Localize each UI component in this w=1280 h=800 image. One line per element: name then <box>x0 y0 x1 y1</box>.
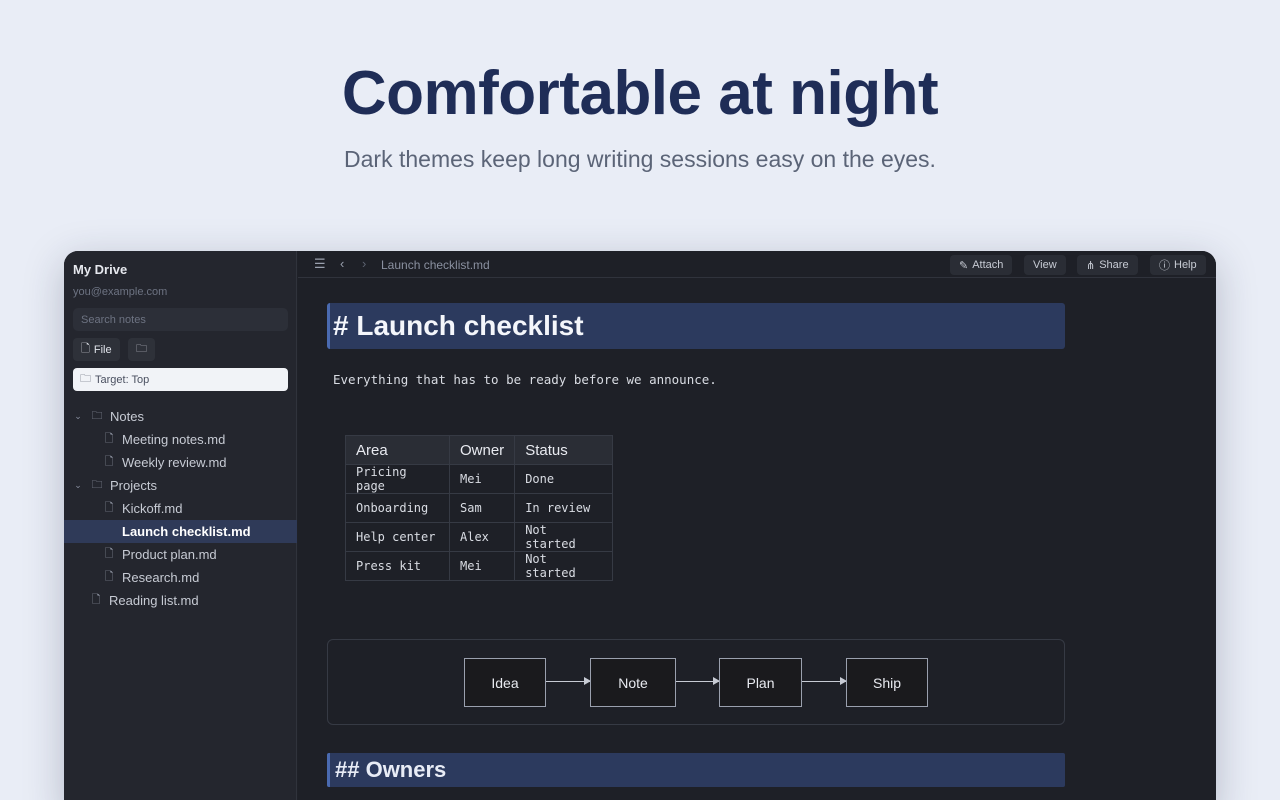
table-cell[interactable]: Sam <box>448 493 516 523</box>
tree-label: Meeting notes.md <box>122 432 226 447</box>
file-icon: 🗋 <box>104 456 114 468</box>
checklist-table: Area Owner Status Pricing page Mei Done … <box>345 435 614 581</box>
new-file-button[interactable]: 🗋 File <box>73 338 120 361</box>
attach-button[interactable]: ✎ Attach <box>950 255 1013 275</box>
table-cell[interactable]: In review <box>514 493 614 523</box>
share-label: Share <box>1099 259 1129 271</box>
table-cell[interactable]: Onboarding <box>345 493 450 523</box>
table-row: Help center Alex Not started <box>345 522 614 552</box>
paragraph[interactable]: Everything that has to be ready before w… <box>333 372 717 387</box>
table-cell[interactable]: Press kit <box>345 551 450 581</box>
flow-arrow <box>802 677 847 685</box>
heading-2[interactable]: ## Owners <box>327 753 1065 787</box>
file-icon: 🗋 <box>91 594 101 606</box>
table-header: Owner <box>448 435 516 465</box>
tree-label: Kickoff.md <box>122 501 183 516</box>
folder-icon: 🗀 <box>80 373 91 385</box>
sidebar: My Drive you@example.com 🗋 File 🗀 🗀 Targ… <box>64 251 297 800</box>
tree-item-product-plan[interactable]: 🗋 Product plan.md <box>64 543 297 566</box>
table-cell[interactable]: Pricing page <box>345 464 450 494</box>
flow-node: Plan <box>719 658 802 707</box>
table-row: Press kit Mei Not started <box>345 551 614 581</box>
table-cell[interactable]: Done <box>514 464 614 494</box>
table-cell[interactable]: Mei <box>448 551 516 581</box>
table-header: Area <box>345 435 450 465</box>
table-cell[interactable]: Help center <box>345 522 450 552</box>
chevron-down-icon: ⌄ <box>74 480 82 490</box>
drive-title: My Drive <box>73 262 128 277</box>
file-icon: 🗋 <box>104 548 114 560</box>
toolbar: ☰ ‹ › Launch checklist.md ✎ Attach View … <box>298 251 1216 278</box>
tree-folder-projects[interactable]: ⌄ 🗀 Projects <box>64 474 297 497</box>
share-button[interactable]: ⋔ Share <box>1077 255 1138 275</box>
table-row: Onboarding Sam In review <box>345 493 614 523</box>
chevron-down-icon: ⌄ <box>74 411 82 421</box>
tree-label: Notes <box>110 409 144 424</box>
view-label: View <box>1033 259 1057 271</box>
new-file-label: File <box>93 343 112 356</box>
search-input[interactable] <box>73 308 288 331</box>
file-icon: 🗋 <box>104 433 114 445</box>
tree-label: Product plan.md <box>122 547 217 562</box>
file-icon: 🗋 <box>104 571 114 583</box>
help-label: Help <box>1174 259 1197 271</box>
hero-title: Comfortable at night <box>341 59 939 128</box>
forward-icon[interactable]: › <box>362 256 366 271</box>
table-row: Pricing page Mei Done <box>345 464 614 494</box>
flow-arrow <box>676 677 720 685</box>
folder-icon: 🗀 <box>91 479 103 491</box>
tree-item-kickoff[interactable]: 🗋 Kickoff.md <box>64 497 297 520</box>
app-window: My Drive you@example.com 🗋 File 🗀 🗀 Targ… <box>64 251 1216 800</box>
tree-label: Weekly review.md <box>122 455 227 470</box>
folder-icon: 🗀 <box>91 410 103 422</box>
file-icon: 🗋 <box>104 502 114 514</box>
table-header: Status <box>514 435 614 465</box>
folder-icon: 🗀 <box>136 343 147 355</box>
hero-subtitle: Dark themes keep long writing sessions e… <box>344 146 936 172</box>
target-label: Target: Top <box>95 373 150 386</box>
table-header-row: Area Owner Status <box>345 435 614 465</box>
tree-item-weekly-review[interactable]: 🗋 Weekly review.md <box>64 451 297 474</box>
view-button[interactable]: View <box>1024 255 1066 275</box>
breadcrumb: Launch checklist.md <box>381 258 490 272</box>
tree-item-research[interactable]: 🗋 Research.md <box>64 566 297 589</box>
table-cell[interactable]: Not started <box>514 522 614 552</box>
tree-label: Launch checklist.md <box>122 524 251 539</box>
editor-pane: ☰ ‹ › Launch checklist.md ✎ Attach View … <box>298 251 1216 800</box>
table-cell[interactable]: Alex <box>448 522 516 552</box>
tree-folder-notes[interactable]: ⌄ 🗀 Notes <box>64 405 297 428</box>
tree-item-reading-list[interactable]: 🗋 Reading list.md <box>64 589 297 612</box>
flow-diagram: Idea Note Plan Ship <box>327 639 1065 725</box>
table-cell[interactable]: Not started <box>514 551 614 581</box>
menu-icon[interactable]: ☰ <box>314 256 326 272</box>
file-icon: 🗋 <box>81 343 90 355</box>
tree-item-meeting-notes[interactable]: 🗋 Meeting notes.md <box>64 428 297 451</box>
heading-1[interactable]: # Launch checklist <box>327 303 1065 349</box>
flow-node: Note <box>590 658 676 707</box>
paperclip-icon: ✎ <box>959 259 969 272</box>
tree-label: Reading list.md <box>109 593 199 608</box>
share-icon: ⋔ <box>1086 259 1096 272</box>
help-icon: ⓘ <box>1159 260 1170 272</box>
new-folder-button[interactable]: 🗀 <box>128 338 155 361</box>
tree-label: Research.md <box>122 570 200 585</box>
flow-node: Idea <box>464 658 546 707</box>
table-cell[interactable]: Mei <box>448 464 516 494</box>
tree-item-launch-checklist[interactable]: 🗋 Launch checklist.md <box>64 520 297 543</box>
tree-label: Projects <box>110 478 157 493</box>
help-button[interactable]: ⓘ Help <box>1150 255 1206 275</box>
flow-node: Ship <box>846 658 928 707</box>
flow-arrow <box>546 677 591 685</box>
file-icon: 🗋 <box>102 522 116 541</box>
attach-label: Attach <box>972 259 1004 271</box>
user-email: you@example.com <box>73 286 168 298</box>
target-selector[interactable]: 🗀 Target: Top <box>73 368 288 391</box>
back-icon[interactable]: ‹ <box>340 256 344 271</box>
